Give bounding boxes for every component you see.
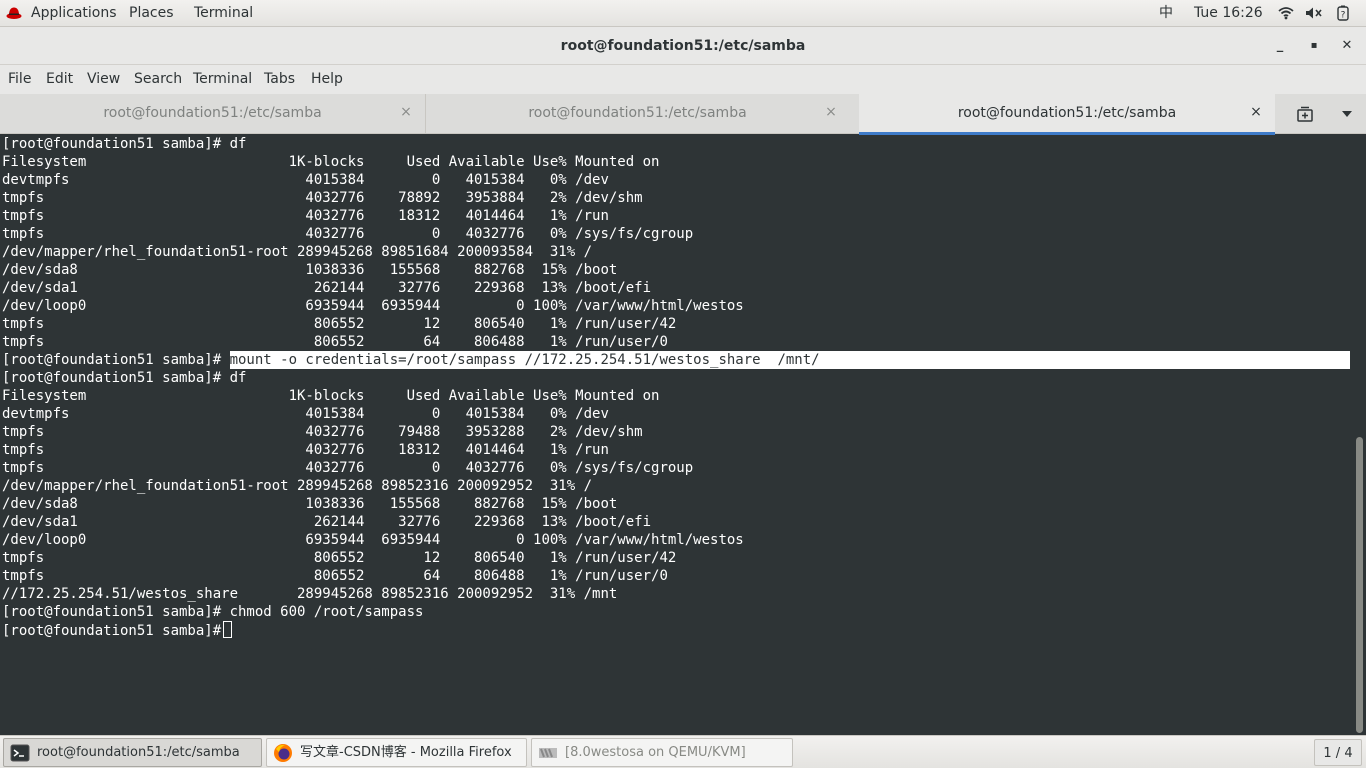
tab-bar: root@foundation51:/etc/samba × root@foun… — [0, 94, 1366, 135]
terminal-view[interactable]: [root@foundation51 samba]# df Filesystem … — [0, 135, 1366, 735]
terminal-tab-2[interactable]: root@foundation51:/etc/samba × — [425, 94, 850, 134]
terminal-icon — [10, 744, 30, 762]
taskbar: root@foundation51:/etc/samba 写文章-CSDN博客 … — [0, 735, 1366, 768]
terminal-line: //172.25.254.51/westos_share 289945268 8… — [2, 586, 618, 602]
terminal-line: /dev/sda1 262144 32776 229368 13% /boot/… — [2, 514, 652, 530]
terminal-line: Filesystem 1K-blocks Used Available Use%… — [2, 154, 660, 170]
terminal-line: [root@foundation51 samba]# chmod 600 /ro… — [2, 604, 424, 620]
shell-prompt: [root@foundation51 samba]# — [2, 352, 230, 368]
scrollbar[interactable] — [1351, 135, 1366, 735]
terminal-line: [root@foundation51 samba]# mount -o cred… — [2, 351, 1350, 369]
applications-menu[interactable]: Applications — [31, 4, 117, 23]
new-tab-button[interactable] — [1275, 94, 1333, 134]
tab-close-icon[interactable]: × — [824, 105, 838, 119]
menu-terminal[interactable]: Terminal — [193, 65, 252, 94]
terminal-line: tmpfs 806552 12 806540 1% /run/user/42 — [2, 550, 677, 566]
clock[interactable]: Tue 16:26 — [1194, 4, 1263, 23]
terminal-output: [root@foundation51 samba]# df Filesystem … — [2, 135, 1350, 639]
workspace-indicator[interactable]: 1 / 4 — [1314, 739, 1362, 766]
menu-bar: File Edit View Search Terminal Tabs Help — [0, 65, 1366, 94]
scrollbar-thumb[interactable] — [1356, 437, 1363, 733]
tab-label: root@foundation51:/etc/samba — [957, 105, 1177, 121]
terminal-tab-1[interactable]: root@foundation51:/etc/samba × — [0, 94, 425, 134]
tab-label: root@foundation51:/etc/samba — [528, 105, 747, 121]
terminal-line: /dev/loop0 6935944 6935944 0 100% /var/w… — [2, 298, 744, 314]
taskbar-item-label: [8.0westosa on QEMU/KVM] — [565, 745, 746, 760]
terminal-line: tmpfs 806552 64 806488 1% /run/user/0 — [2, 568, 668, 584]
places-menu[interactable]: Places — [129, 4, 174, 23]
menu-search[interactable]: Search — [134, 65, 182, 94]
chevron-down-icon — [1342, 111, 1352, 117]
terminal-line: tmpfs 806552 64 806488 1% /run/user/0 — [2, 334, 668, 350]
volume-icon[interactable] — [1305, 6, 1323, 25]
terminal-line: Filesystem 1K-blocks Used Available Use%… — [2, 388, 660, 404]
terminal-line: /dev/mapper/rhel_foundation51-root 28994… — [2, 244, 593, 260]
top-bar: Applications Places Terminal 中 Tue 16:26… — [0, 0, 1366, 27]
svg-text:?: ? — [1341, 11, 1346, 21]
terminal-line: /dev/mapper/rhel_foundation51-root 28994… — [2, 478, 593, 494]
wifi-icon[interactable] — [1278, 6, 1294, 25]
menu-view[interactable]: View — [87, 65, 120, 94]
terminal-line: tmpfs 4032776 18312 4014464 1% /run — [2, 442, 609, 458]
terminal-line: /dev/sda8 1038336 155568 882768 15% /boo… — [2, 262, 618, 278]
minimize-button[interactable]: _ — [1270, 36, 1290, 56]
tab-label: root@foundation51:/etc/samba — [103, 105, 322, 121]
selected-command-text[interactable]: mount -o credentials=/root/sampass //172… — [229, 351, 1350, 369]
terminal-line: [root@foundation51 samba]# df — [2, 370, 247, 386]
terminal-line: [root@foundation51 samba]# df — [2, 136, 247, 152]
menu-edit[interactable]: Edit — [46, 65, 73, 94]
menu-help[interactable]: Help — [311, 65, 343, 94]
taskbar-item-virt-manager[interactable]: [8.0westosa on QEMU/KVM] — [531, 738, 793, 767]
taskbar-item-label: root@foundation51:/etc/samba — [37, 745, 240, 760]
virt-manager-icon — [539, 748, 557, 758]
terminal-line: tmpfs 806552 12 806540 1% /run/user/42 — [2, 316, 677, 332]
power-icon[interactable]: ? — [1336, 5, 1350, 24]
new-tab-icon — [1297, 106, 1313, 122]
terminal-line: devtmpfs 4015384 0 4015384 0% /dev — [2, 406, 609, 422]
terminal-line: tmpfs 4032776 0 4032776 0% /sys/fs/cgrou… — [2, 460, 694, 476]
terminal-input-line[interactable]: [root@foundation51 samba]# — [2, 621, 1350, 639]
taskbar-item-terminal[interactable]: root@foundation51:/etc/samba — [3, 738, 262, 767]
terminal-line: tmpfs 4032776 79488 3953288 2% /dev/shm — [2, 424, 643, 440]
tab-close-icon[interactable]: × — [1249, 105, 1263, 119]
tab-close-icon[interactable]: × — [399, 105, 413, 119]
terminal-line: /dev/loop0 6935944 6935944 0 100% /var/w… — [2, 532, 744, 548]
window-titlebar[interactable]: root@foundation51:/etc/samba _ ▪ ✕ — [0, 27, 1366, 65]
close-button[interactable]: ✕ — [1337, 36, 1357, 56]
terminal-app-menu[interactable]: Terminal — [194, 4, 253, 23]
menu-file[interactable]: File — [8, 65, 31, 94]
terminal-line: tmpfs 4032776 18312 4014464 1% /run — [2, 208, 609, 224]
terminal-line: /dev/sda8 1038336 155568 882768 15% /boo… — [2, 496, 618, 512]
terminal-line: /dev/sda1 262144 32776 229368 13% /boot/… — [2, 280, 652, 296]
firefox-icon — [274, 744, 292, 762]
terminal-line: devtmpfs 4015384 0 4015384 0% /dev — [2, 172, 609, 188]
terminal-tab-3[interactable]: root@foundation51:/etc/samba × — [859, 94, 1275, 135]
terminal-line: tmpfs 4032776 0 4032776 0% /sys/fs/cgrou… — [2, 226, 694, 242]
redhat-icon — [6, 7, 22, 19]
window-title: root@foundation51:/etc/samba — [560, 38, 806, 54]
taskbar-item-firefox[interactable]: 写文章-CSDN博客 - Mozilla Firefox — [266, 738, 527, 767]
input-method-indicator[interactable]: 中 — [1159, 4, 1173, 23]
text-cursor — [223, 621, 233, 638]
shell-prompt: [root@foundation51 samba]# — [2, 623, 222, 639]
tab-menu-button[interactable] — [1333, 94, 1366, 134]
taskbar-item-label: 写文章-CSDN博客 - Mozilla Firefox — [300, 745, 512, 760]
maximize-button[interactable]: ▪ — [1304, 36, 1324, 56]
terminal-line: tmpfs 4032776 78892 3953884 2% /dev/shm — [2, 190, 643, 206]
menu-tabs[interactable]: Tabs — [264, 65, 295, 94]
